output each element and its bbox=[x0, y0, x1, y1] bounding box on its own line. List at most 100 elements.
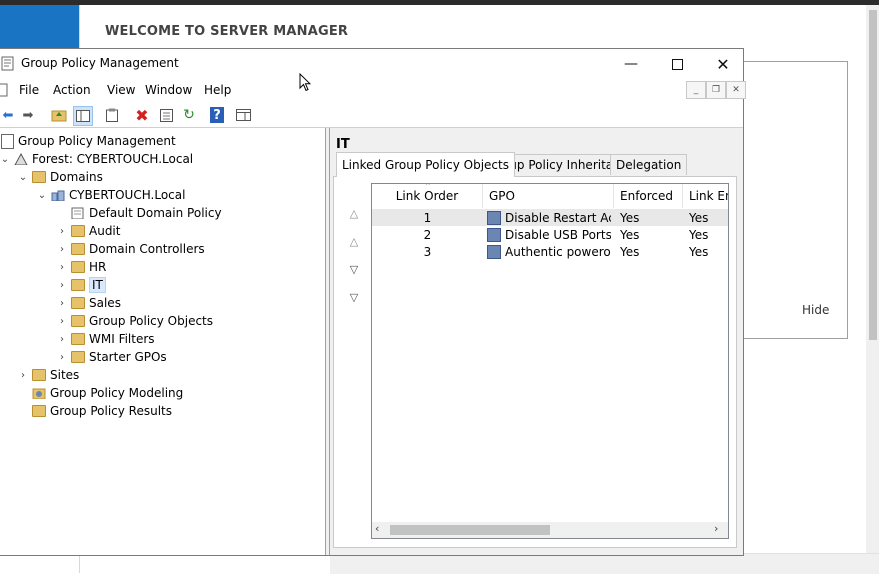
tree-label-dc: Domain Controllers bbox=[89, 242, 205, 256]
up-level-button[interactable] bbox=[50, 106, 68, 124]
tree-item-default-domain-policy[interactable]: Default Domain Policy bbox=[56, 204, 222, 222]
gpo-icon bbox=[487, 244, 501, 259]
column-header-gpo[interactable]: GPO bbox=[483, 184, 614, 208]
help-icon: ? bbox=[213, 107, 221, 123]
double-up-icon: △ bbox=[349, 206, 359, 220]
chevron-down-icon[interactable]: ⌄ bbox=[0, 154, 11, 165]
chevron-right-icon[interactable]: › bbox=[56, 226, 68, 237]
chevron-right-icon[interactable]: › bbox=[56, 280, 68, 291]
details-pane: IT Linked Group Policy Objects Group Pol… bbox=[329, 128, 743, 555]
mdi-close-button[interactable]: ✕ bbox=[726, 81, 746, 99]
chevron-right-icon[interactable]: › bbox=[56, 298, 68, 309]
cell-gpo: Disable USB Ports bbox=[487, 226, 611, 243]
column-header-link-enabled[interactable]: Link Ena bbox=[683, 184, 728, 208]
menu-window[interactable]: Window bbox=[145, 83, 192, 97]
chevron-right-icon[interactable]: › bbox=[17, 370, 29, 381]
tree-item-domain[interactable]: ⌄ CYBERTOUCH.Local bbox=[36, 186, 186, 204]
close-button[interactable]: ✕ bbox=[700, 49, 746, 79]
tree-item-sites[interactable]: › Sites bbox=[17, 366, 79, 384]
welcome-heading: WELCOME TO SERVER MANAGER bbox=[105, 24, 349, 39]
cell-gpo: Disable Restart Acc... bbox=[487, 209, 611, 226]
tree-item-it[interactable]: › IT bbox=[56, 276, 106, 294]
gpm-root-icon bbox=[1, 133, 14, 149]
cell-link-enabled: Yes bbox=[689, 227, 709, 242]
cell-enforced: Yes bbox=[620, 210, 640, 225]
server-manager-nav-highlight[interactable] bbox=[0, 5, 79, 49]
cell-enforced: Yes bbox=[620, 227, 640, 242]
mdi-minimize-button[interactable]: _ bbox=[686, 81, 706, 99]
properties-sheet-button[interactable] bbox=[157, 106, 175, 124]
tree-label-default-policy: Default Domain Policy bbox=[89, 206, 222, 220]
tree-label-root: Group Policy Management bbox=[18, 134, 176, 148]
mdi-restore-button[interactable]: ❐ bbox=[706, 81, 726, 99]
cell-link-enabled: Yes bbox=[689, 244, 709, 259]
minimize-button[interactable]: — bbox=[608, 49, 654, 79]
ou-folder-icon bbox=[71, 261, 85, 273]
tab-content: △ △ ▽ ▽ Link Order ⌃ GPO Enforced Link E… bbox=[333, 176, 737, 548]
menu-action[interactable]: Action bbox=[53, 83, 91, 97]
table-row[interactable]: 3 Authentic poweroff ... Yes Yes bbox=[372, 243, 728, 260]
chevron-down-icon[interactable]: ⌄ bbox=[17, 172, 29, 183]
back-button[interactable]: ⬅ bbox=[0, 106, 17, 124]
chevron-right-icon[interactable]: › bbox=[56, 262, 68, 273]
maximize-button[interactable] bbox=[654, 49, 700, 79]
scroll-left-icon[interactable]: ‹ bbox=[375, 522, 379, 535]
down-icon: ▽ bbox=[349, 262, 359, 276]
tree-item-wmi-filters[interactable]: › WMI Filters bbox=[56, 330, 155, 348]
move-up-button[interactable]: △ bbox=[346, 233, 362, 249]
delete-x-icon: ✖ bbox=[135, 105, 149, 125]
chevron-down-icon[interactable]: ⌄ bbox=[36, 190, 48, 201]
cell-link-order: 1 bbox=[423, 210, 432, 225]
title-bar[interactable]: Group Policy Management — ✕ bbox=[0, 49, 743, 79]
tree-item-forest[interactable]: ⌄ Forest: CYBERTOUCH.Local bbox=[0, 150, 193, 168]
move-to-bottom-button[interactable]: ▽ bbox=[346, 289, 362, 305]
gpo-icon bbox=[487, 227, 501, 242]
tree-item-domains[interactable]: ⌄ Domains bbox=[17, 168, 103, 186]
show-hide-tree-button[interactable] bbox=[73, 106, 93, 126]
tree-label-it: IT bbox=[89, 277, 106, 293]
refresh-button[interactable]: ↻ bbox=[180, 106, 198, 124]
tree-item-sales[interactable]: › Sales bbox=[56, 294, 121, 312]
table-row[interactable]: 2 Disable USB Ports Yes Yes bbox=[372, 226, 728, 243]
pane-title: IT bbox=[336, 137, 350, 152]
tree-item-results[interactable]: Group Policy Results bbox=[17, 402, 172, 420]
horizontal-scrollbar[interactable]: ‹ › bbox=[372, 522, 728, 538]
action-pane-icon bbox=[235, 109, 251, 121]
tree-item-gpm-root[interactable]: Group Policy Management bbox=[0, 132, 176, 150]
gpo-link-icon bbox=[71, 207, 84, 219]
chevron-right-icon[interactable]: › bbox=[56, 352, 68, 363]
scroll-thumb[interactable] bbox=[390, 525, 550, 535]
move-down-button[interactable]: ▽ bbox=[346, 261, 362, 277]
forward-button[interactable]: ➡ bbox=[19, 106, 37, 124]
tree-item-group-policy-objects[interactable]: › Group Policy Objects bbox=[56, 312, 213, 330]
minimize-icon: — bbox=[624, 56, 638, 72]
tree-item-hr[interactable]: › HR bbox=[56, 258, 106, 276]
delete-button[interactable]: ✖ bbox=[133, 105, 151, 125]
domain-icon bbox=[51, 190, 65, 201]
table-row[interactable]: 1 Disable Restart Acc... Yes Yes bbox=[372, 209, 728, 226]
properties-button[interactable] bbox=[103, 106, 121, 124]
tab-delegation[interactable]: Delegation bbox=[610, 154, 688, 175]
move-to-top-button[interactable]: △ bbox=[346, 205, 362, 221]
hide-link[interactable]: Hide bbox=[802, 303, 829, 317]
tree-item-starter-gpos[interactable]: › Starter GPOs bbox=[56, 348, 167, 366]
menu-file[interactable]: File bbox=[19, 83, 39, 97]
chevron-right-icon[interactable]: › bbox=[56, 316, 68, 327]
tree-item-modeling[interactable]: Group Policy Modeling bbox=[17, 384, 183, 402]
cell-gpo: Authentic poweroff ... bbox=[487, 243, 611, 260]
show-action-pane-button[interactable] bbox=[234, 106, 252, 124]
tab-linked-gpos[interactable]: Linked Group Policy Objects bbox=[336, 152, 515, 177]
server-manager-scroll-thumb[interactable] bbox=[869, 10, 877, 340]
menu-view[interactable]: View bbox=[107, 83, 135, 97]
scroll-right-icon[interactable]: › bbox=[714, 522, 718, 535]
help-button[interactable]: ? bbox=[210, 107, 224, 123]
tree-item-audit[interactable]: › Audit bbox=[56, 222, 120, 240]
chevron-right-icon[interactable]: › bbox=[56, 244, 68, 255]
column-header-enforced[interactable]: Enforced bbox=[614, 184, 683, 208]
chevron-right-icon[interactable]: › bbox=[56, 334, 68, 345]
menu-help[interactable]: Help bbox=[204, 83, 231, 97]
server-manager-bottom-area bbox=[330, 553, 879, 574]
ou-folder-icon bbox=[71, 243, 85, 255]
tree-item-domain-controllers[interactable]: › Domain Controllers bbox=[56, 240, 205, 258]
wmi-filter-icon bbox=[71, 333, 85, 345]
